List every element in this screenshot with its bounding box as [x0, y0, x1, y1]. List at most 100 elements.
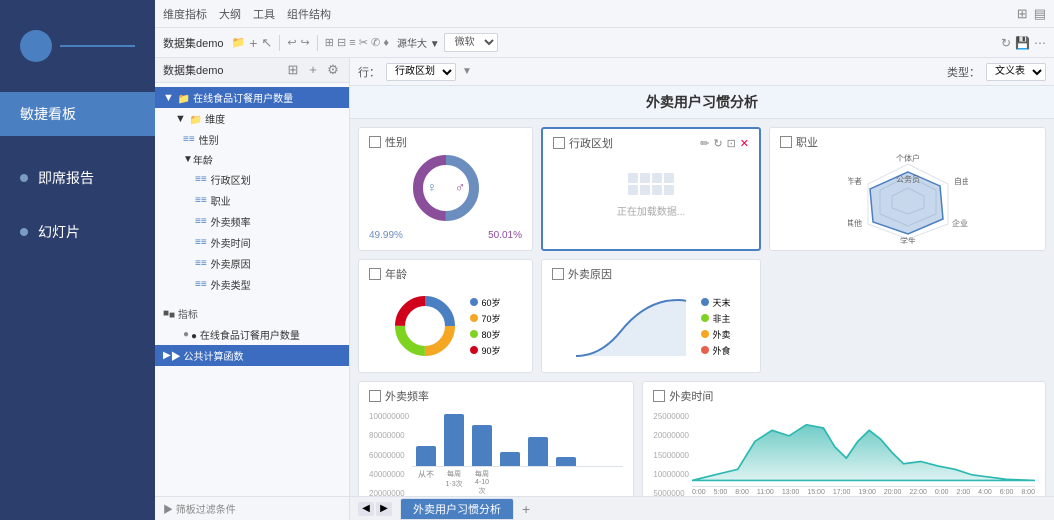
freq-y-5: 100000000	[369, 412, 409, 421]
row2-spacer	[769, 259, 1046, 373]
region-toolbar: ✏ ↻ ⊡ ✕	[700, 137, 749, 150]
page-next-btn[interactable]: ▶	[376, 502, 392, 516]
reason-label-4: 外食	[712, 344, 730, 357]
sidebar-label-dashboard: 敏捷看板	[20, 104, 76, 124]
reason-dot-1	[701, 298, 709, 306]
bar-6	[556, 457, 576, 466]
outer-time-checkbox[interactable]	[653, 390, 665, 402]
svg-text:公务员: 公务员	[896, 174, 920, 184]
dimensions-folder[interactable]: ▼ 📁 在线食品订餐用户数量	[155, 87, 349, 108]
region-close-icon[interactable]: ✕	[740, 137, 749, 150]
page-prev-btn[interactable]: ◀	[358, 502, 374, 516]
tree-occupation[interactable]: ≡≡ 职业	[155, 190, 349, 211]
panel-add-icon[interactable]: +	[305, 62, 321, 78]
freq-y-4: 80000000	[369, 431, 409, 440]
outer-freq-checkbox[interactable]	[369, 390, 381, 402]
age-checkbox[interactable]	[369, 268, 381, 280]
tree-region[interactable]: ≡≡ 行政区划	[155, 169, 349, 190]
tree-order-count[interactable]: ● ● 在线食品订餐用户数量	[155, 324, 349, 345]
panel-settings-icon[interactable]: ⚙	[325, 62, 341, 78]
tree-age-folder[interactable]: ▼ 年龄	[175, 150, 349, 169]
filter-row-arrow: ▼	[462, 66, 472, 77]
occupation-radar: 个体户 自由职业者 企业白领 学生 其他 新晋工作者 公务员	[780, 154, 1035, 244]
tab-main[interactable]: 外卖用户习惯分析	[400, 498, 514, 520]
reason-dot-2	[701, 314, 709, 322]
toolbar-add-icon[interactable]: +	[249, 35, 257, 51]
panel-expand-icon[interactable]: ⊞	[285, 62, 301, 78]
menu-tools[interactable]: 工具	[253, 6, 275, 22]
grid-cell-1	[628, 173, 638, 183]
time-x-10: 0:00	[935, 489, 949, 496]
region-refresh-icon[interactable]: ↻	[713, 137, 722, 150]
svg-text:其他: 其他	[848, 218, 862, 228]
dashboard-filter-bar: 行： 行政区划 ▼ 类型： 文义表	[350, 58, 1054, 86]
freq-y-2: 40000000	[369, 470, 409, 479]
time-y-4: 20000000	[653, 431, 689, 440]
tree-freq[interactable]: ≡≡ 外卖频率	[155, 211, 349, 232]
tab-add-btn[interactable]: +	[516, 499, 536, 519]
toolbar-undo[interactable]: ↩	[287, 36, 296, 49]
page-nav: ◀ ▶	[358, 502, 392, 516]
toolbar-select[interactable]: 微软	[444, 33, 498, 52]
occupation-checkbox[interactable]	[780, 136, 792, 148]
filter-row-select[interactable]: 行政区划	[386, 63, 456, 81]
time-area-container: 0:00 5:00 8:00 11:00 13:00 15:00 17:00 1…	[692, 408, 1035, 496]
time-x-labels: 0:00 5:00 8:00 11:00 13:00 15:00 17:00 1…	[692, 487, 1035, 496]
sidebar: 敏捷看板 即席报告 幻灯片	[0, 0, 155, 520]
freq-x-3: 每周4-10次	[472, 469, 492, 496]
outer-reason-title: 外卖原因	[552, 266, 750, 282]
reason-label-2: 非主	[712, 312, 730, 325]
tree-reason-label: 外卖原因	[211, 256, 251, 271]
logo-circle	[20, 30, 52, 62]
filter-type-select[interactable]: 文义表	[986, 63, 1046, 81]
occupation-card-title: 职业	[780, 134, 1035, 150]
filter-toggle[interactable]: ▶ 筛板过滤条件	[155, 496, 349, 520]
toolbar: 数据集demo 📁 + ↖ ↩ ↪ ⊞ ⊟ ≡ ✂ ✆ ♦ 源华大 ▼ 微软 ↻…	[155, 28, 1054, 58]
tree-order-label: ● 在线食品订餐用户数量	[191, 327, 300, 342]
tree-occupation-label: 职业	[211, 193, 231, 208]
topbar-icon-layout[interactable]: ▤	[1034, 6, 1046, 22]
tree-gender[interactable]: ≡≡ 性别	[155, 129, 349, 150]
reason-label-1: 天末	[712, 296, 730, 309]
topbar-icon-grid[interactable]: ⊞	[1017, 6, 1028, 22]
menu-dimensions[interactable]: 维度指标	[163, 6, 207, 22]
panel-header-buttons: ⊞ + ⚙	[285, 62, 341, 78]
time-x-2: 8:00	[735, 489, 749, 496]
reason-dot-4	[701, 346, 709, 354]
toolbar-sep-2	[317, 35, 318, 51]
sidebar-item-slides[interactable]: 幻灯片	[0, 210, 155, 254]
gender-donut-svg: ♀ ♂	[406, 148, 486, 228]
tree-time[interactable]: ≡≡ 外卖时间	[155, 232, 349, 253]
dashboard-title: 外卖用户习惯分析	[350, 86, 1054, 119]
sidebar-item-dashboard[interactable]: 敏捷看板	[0, 92, 155, 136]
freq-y-3: 60000000	[369, 451, 409, 460]
tree-calc-folder[interactable]: ▶ ▶ 公共计算函数	[155, 345, 349, 366]
tree-type[interactable]: ≡≡ 外卖类型	[155, 274, 349, 295]
gender-checkbox[interactable]	[369, 136, 381, 148]
freq-x-1: 从不	[416, 469, 436, 496]
tree-reason[interactable]: ≡≡ 外卖原因	[155, 253, 349, 274]
grid-row-3: 外卖频率 100000000 80000000 60000000 4000000…	[358, 381, 1046, 496]
region-edit-icon[interactable]: ✏	[700, 137, 709, 150]
menu-outline[interactable]: 大纲	[219, 6, 241, 22]
toolbar-refresh-icon[interactable]: ↻	[1001, 36, 1011, 50]
dimensions-sub-folder[interactable]: ▼ 📁 维度	[155, 108, 349, 129]
region-checkbox[interactable]	[553, 137, 565, 149]
toolbar-folder-icon: 📁	[232, 36, 246, 49]
menu-component[interactable]: 组件结构	[287, 6, 331, 22]
toolbar-redo[interactable]: ↪	[301, 36, 310, 49]
region-maximize-icon[interactable]: ⊡	[727, 137, 736, 150]
sidebar-item-report[interactable]: 即席报告	[0, 156, 155, 200]
tree-type-icon: ≡≡	[195, 279, 207, 290]
age-title-text: 年龄	[385, 266, 407, 282]
outer-reason-checkbox[interactable]	[552, 268, 564, 280]
toolbar-cursor-icon[interactable]: ↖	[261, 35, 272, 51]
outer-time-chart: 25000000 20000000 15000000 10000000 5000…	[653, 408, 1035, 496]
occupation-title-text: 职业	[796, 134, 818, 150]
toolbar-more-icon[interactable]: ⋯	[1034, 36, 1046, 50]
outer-time-title-text: 外卖时间	[669, 388, 713, 404]
metrics-label[interactable]: ■ ■ 指标	[155, 303, 349, 324]
toolbar-save-icon[interactable]: 💾	[1015, 36, 1030, 50]
time-x-9: 22:00	[909, 489, 927, 496]
tree-freq-icon: ≡≡	[195, 216, 207, 227]
